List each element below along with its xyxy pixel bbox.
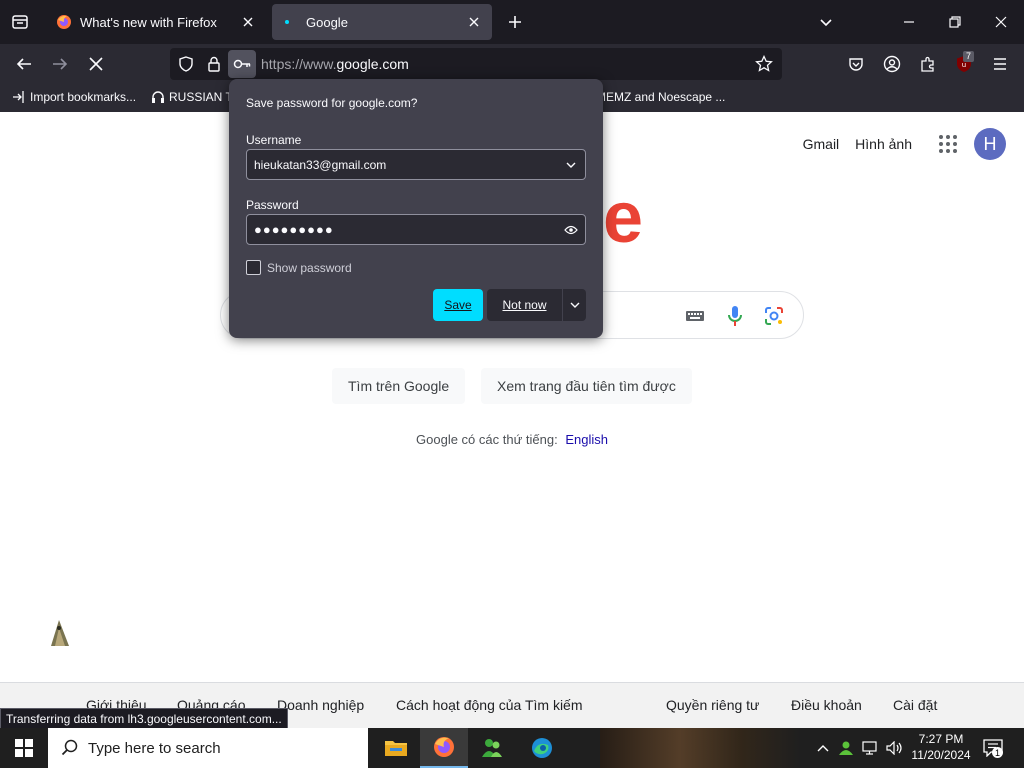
- account-icon[interactable]: [878, 50, 906, 78]
- username-field[interactable]: hieukatan33@gmail.com: [246, 149, 586, 180]
- import-icon: [12, 90, 26, 104]
- navigation-toolbar: https://www.google.com u: [0, 44, 1024, 84]
- tab-google[interactable]: Google: [272, 4, 492, 40]
- bookmark-label: RUSSIAN TI: [169, 90, 237, 104]
- loading-dot-icon: [282, 14, 298, 30]
- not-now-label: Not now: [502, 298, 547, 312]
- gmail-link[interactable]: Gmail: [803, 136, 840, 152]
- tab-title: What's new with Firefox: [80, 14, 217, 30]
- google-logo-fragment: e: [603, 178, 644, 258]
- new-tab-plus-icon[interactable]: [503, 10, 527, 34]
- footer-privacy-link[interactable]: Quyền riêng tư: [666, 697, 759, 713]
- file-explorer-icon[interactable]: [372, 728, 420, 768]
- microphone-icon[interactable]: [723, 304, 747, 328]
- minimize-icon[interactable]: [894, 8, 924, 36]
- forward-arrow-icon[interactable]: [46, 50, 74, 78]
- tab-title: Google: [306, 14, 348, 30]
- svg-text:u: u: [962, 61, 966, 69]
- close-tab-icon[interactable]: [240, 14, 256, 30]
- password-key-icon[interactable]: [228, 50, 256, 78]
- close-window-icon[interactable]: [986, 8, 1016, 36]
- url-domain: google.com: [336, 56, 409, 72]
- taskbar-clock[interactable]: 7:27 PM 11/20/2024: [906, 731, 976, 763]
- edge-browser-icon[interactable]: [518, 728, 566, 768]
- images-link[interactable]: Hình ảnh: [855, 136, 912, 152]
- network-icon[interactable]: [860, 728, 882, 768]
- lock-icon[interactable]: [204, 54, 224, 74]
- close-tab-icon[interactable]: [466, 14, 482, 30]
- taskbar-wallpaper-strip: [600, 728, 800, 768]
- password-label: Password: [246, 198, 299, 212]
- avatar[interactable]: H: [974, 128, 1006, 160]
- save-button[interactable]: Save: [433, 289, 483, 321]
- tab-strip: What's new with Firefox Google: [0, 0, 1024, 44]
- restore-icon[interactable]: [940, 8, 970, 36]
- not-now-dropdown-chevron-icon[interactable]: [563, 289, 586, 321]
- bookmark-label: MEMZ and Noescape ...: [596, 90, 726, 104]
- windows-start-icon[interactable]: [0, 728, 48, 768]
- footer-settings-link[interactable]: Cài đặt: [893, 697, 937, 713]
- url-bar[interactable]: https://www.google.com: [170, 48, 782, 80]
- taskbar-search-box[interactable]: Type here to search: [48, 728, 368, 768]
- bookmark-memz[interactable]: MEMZ and Noescape ...: [596, 90, 725, 104]
- keyboard-icon[interactable]: [683, 304, 707, 328]
- language-prefix: Google có các thứ tiếng:: [416, 432, 558, 447]
- back-arrow-icon[interactable]: [10, 50, 38, 78]
- clock-date: 11/20/2024: [911, 748, 971, 762]
- extension-badge-count: 7: [963, 51, 975, 62]
- google-lens-icon[interactable]: [762, 304, 786, 328]
- checkbox-box[interactable]: [246, 260, 261, 275]
- headphones-icon: [151, 90, 165, 104]
- people-tray-icon[interactable]: [836, 728, 856, 768]
- show-hidden-icons-chevron-icon[interactable]: [814, 728, 832, 768]
- hamburger-menu-icon[interactable]: [986, 50, 1014, 78]
- search-placeholder: Type here to search: [88, 739, 221, 757]
- google-apps-grid-icon[interactable]: [936, 132, 960, 156]
- pocket-icon[interactable]: [842, 50, 870, 78]
- username-label: Username: [246, 133, 302, 147]
- eye-icon[interactable]: [563, 222, 579, 238]
- stop-loading-icon[interactable]: [82, 50, 110, 78]
- show-password-checkbox[interactable]: Show password: [246, 260, 352, 275]
- not-now-button[interactable]: Not now: [487, 289, 562, 321]
- password-field[interactable]: ●●●●●●●●●: [246, 214, 586, 245]
- extensions-puzzle-icon[interactable]: [914, 50, 942, 78]
- notification-count-badge: 1: [992, 747, 1003, 758]
- popup-title: Save password for google.com?: [246, 96, 418, 110]
- volume-icon[interactable]: [884, 728, 906, 768]
- save-password-popup: Save password for google.com? Username h…: [229, 79, 603, 338]
- firefox-icon: [56, 14, 72, 30]
- chevron-down-icon[interactable]: [563, 157, 579, 173]
- bookmark-import[interactable]: Import bookmarks...: [12, 90, 136, 104]
- bookmark-label: Import bookmarks...: [30, 90, 137, 104]
- footer-business-link[interactable]: Doanh nghiệp: [277, 697, 364, 713]
- url-prefix: https://www.: [261, 56, 337, 72]
- tab-whats-new[interactable]: What's new with Firefox: [46, 4, 266, 40]
- firefox-view-icon[interactable]: [8, 10, 32, 34]
- bookmark-russian[interactable]: RUSSIAN TI: [151, 90, 236, 104]
- windows-taskbar: Type here to search 7:27 PM 11/20/2024 1: [0, 728, 1024, 768]
- username-value: hieukatan33@gmail.com: [254, 157, 387, 172]
- search-icon: [60, 738, 80, 758]
- password-value: ●●●●●●●●●: [254, 222, 334, 237]
- firefox-taskbar-icon[interactable]: [420, 728, 468, 768]
- show-password-label: Show password: [267, 260, 352, 275]
- desktop-pet-sprite[interactable]: [47, 616, 73, 648]
- people-app-icon[interactable]: [468, 728, 516, 768]
- bookmark-star-icon[interactable]: [754, 54, 774, 74]
- google-header-links: Gmail Hình ảnh H: [787, 128, 1006, 160]
- list-all-tabs-chevron-icon[interactable]: [814, 10, 838, 34]
- english-link[interactable]: English: [565, 432, 608, 447]
- footer-how-search-works-link[interactable]: Cách hoạt động của Tìm kiếm: [396, 697, 583, 713]
- language-offer: Google có các thứ tiếng: English: [0, 432, 1024, 447]
- status-bar: Transferring data from lh3.googleusercon…: [0, 708, 288, 730]
- clock-time: 7:27 PM: [918, 732, 964, 746]
- google-search-button[interactable]: Tìm trên Google: [332, 368, 466, 404]
- url-text[interactable]: https://www.google.com: [261, 56, 409, 72]
- feeling-lucky-button[interactable]: Xem trang đầu tiên tìm được: [481, 368, 692, 404]
- tracking-protection-shield-icon[interactable]: [176, 54, 196, 74]
- footer-terms-link[interactable]: Điều khoản: [791, 697, 862, 713]
